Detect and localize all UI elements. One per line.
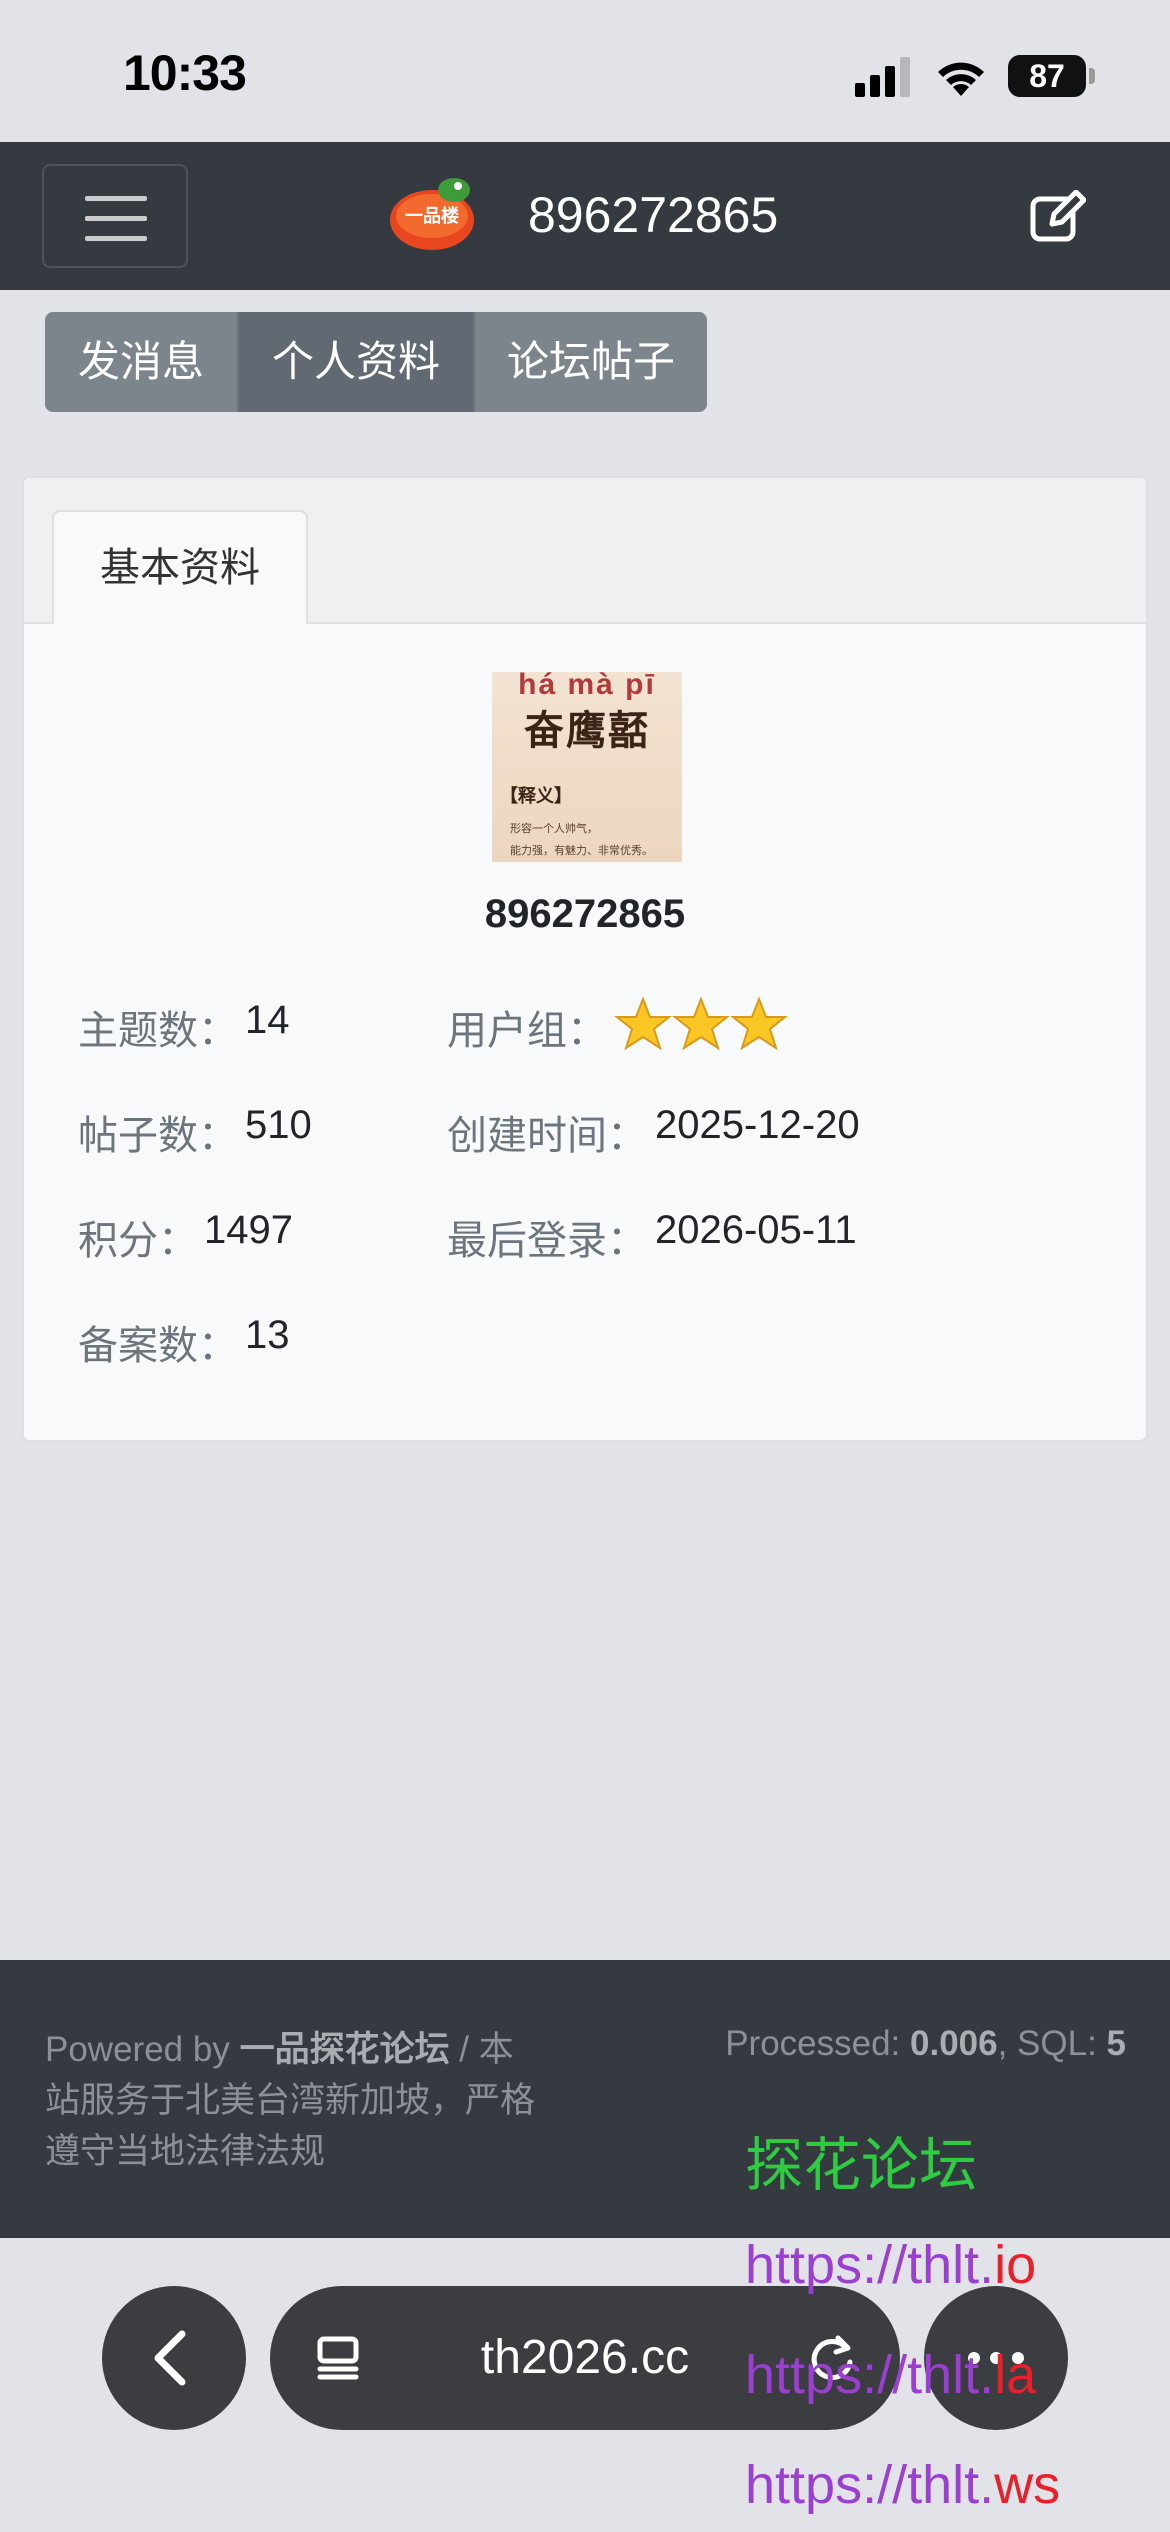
cellular-signal-icon — [855, 57, 910, 97]
status-time: 10:33 — [123, 45, 247, 101]
tab-basic-info[interactable]: 基本资料 — [52, 510, 308, 624]
topics-count: 14 — [245, 998, 290, 1042]
created-label: 创建时间： — [447, 1114, 647, 1158]
points-label: 积分： — [78, 1219, 198, 1263]
status-bar: 10:33 87 — [0, 0, 1170, 142]
star-icon — [614, 996, 672, 1051]
user-group-stars — [614, 996, 788, 1051]
footer-powered-by: Powered by 一品探花论坛 / 本站服务于北美台湾新加坡，严格遵守当地法… — [45, 2030, 536, 2171]
topics-label: 主题数： — [78, 1009, 238, 1053]
navbar: 一品楼 896272865 — [0, 142, 1170, 290]
profile-button[interactable]: 个人资料 — [237, 312, 473, 412]
avatar: há mà pī 奋鹰嚭 【释义】 形容一个人帅气， 能力强，有魅力、非常优秀。 — [492, 672, 682, 862]
site-logo[interactable]: 一品楼 — [388, 172, 478, 254]
send-message-button[interactable]: 发消息 — [45, 312, 237, 412]
browser-back-button[interactable] — [102, 2286, 246, 2430]
profile-card: 基本资料 há mà pī 奋鹰嚭 【释义】 形容一个人帅气， 能力强，有魅力、… — [22, 476, 1148, 1442]
edit-icon[interactable] — [1030, 190, 1086, 242]
wifi-icon — [938, 62, 984, 96]
last-login-label: 最后登录： — [447, 1219, 647, 1263]
overlay-forum-title: 探花论坛 — [745, 2133, 978, 2198]
footer-forum-link[interactable]: 一品探花论坛 — [240, 2030, 450, 2069]
chevron-left-icon — [154, 2330, 186, 2386]
battery-icon: 87 — [1008, 55, 1095, 99]
overlay-link-la[interactable]: https://thlt.la — [745, 2344, 1036, 2406]
menu-toggle-button[interactable] — [42, 164, 188, 268]
profile-actions: 发消息 个人资料 论坛帖子 — [45, 312, 707, 412]
points-count: 1497 — [204, 1208, 293, 1252]
overlay-link-io[interactable]: https://thlt.io — [745, 2234, 1036, 2296]
posts-count: 510 — [245, 1103, 312, 1147]
forum-posts-button[interactable]: 论坛帖子 — [473, 312, 707, 412]
user-group-label: 用户组： — [447, 1009, 607, 1053]
records-label: 备案数： — [78, 1324, 238, 1368]
svg-text:一品楼: 一品楼 — [405, 205, 459, 227]
overlay-link-ws[interactable]: https://thlt.ws — [745, 2454, 1060, 2516]
posts-label: 帖子数： — [78, 1114, 238, 1158]
last-login-date: 2026-05-11 — [655, 1208, 857, 1252]
star-icon — [730, 996, 788, 1051]
records-count: 13 — [245, 1313, 290, 1357]
nav-title: 896272865 — [528, 187, 779, 243]
username: 896272865 — [484, 892, 686, 936]
battery-level: 87 — [1029, 58, 1065, 94]
created-date: 2025-12-20 — [655, 1103, 860, 1147]
footer: Powered by 一品探花论坛 / 本站服务于北美台湾新加坡，严格遵守当地法… — [0, 1960, 1170, 2238]
star-icon — [672, 996, 730, 1051]
footer-processed: Processed: 0.006, SQL: 5 — [725, 2024, 1126, 2063]
